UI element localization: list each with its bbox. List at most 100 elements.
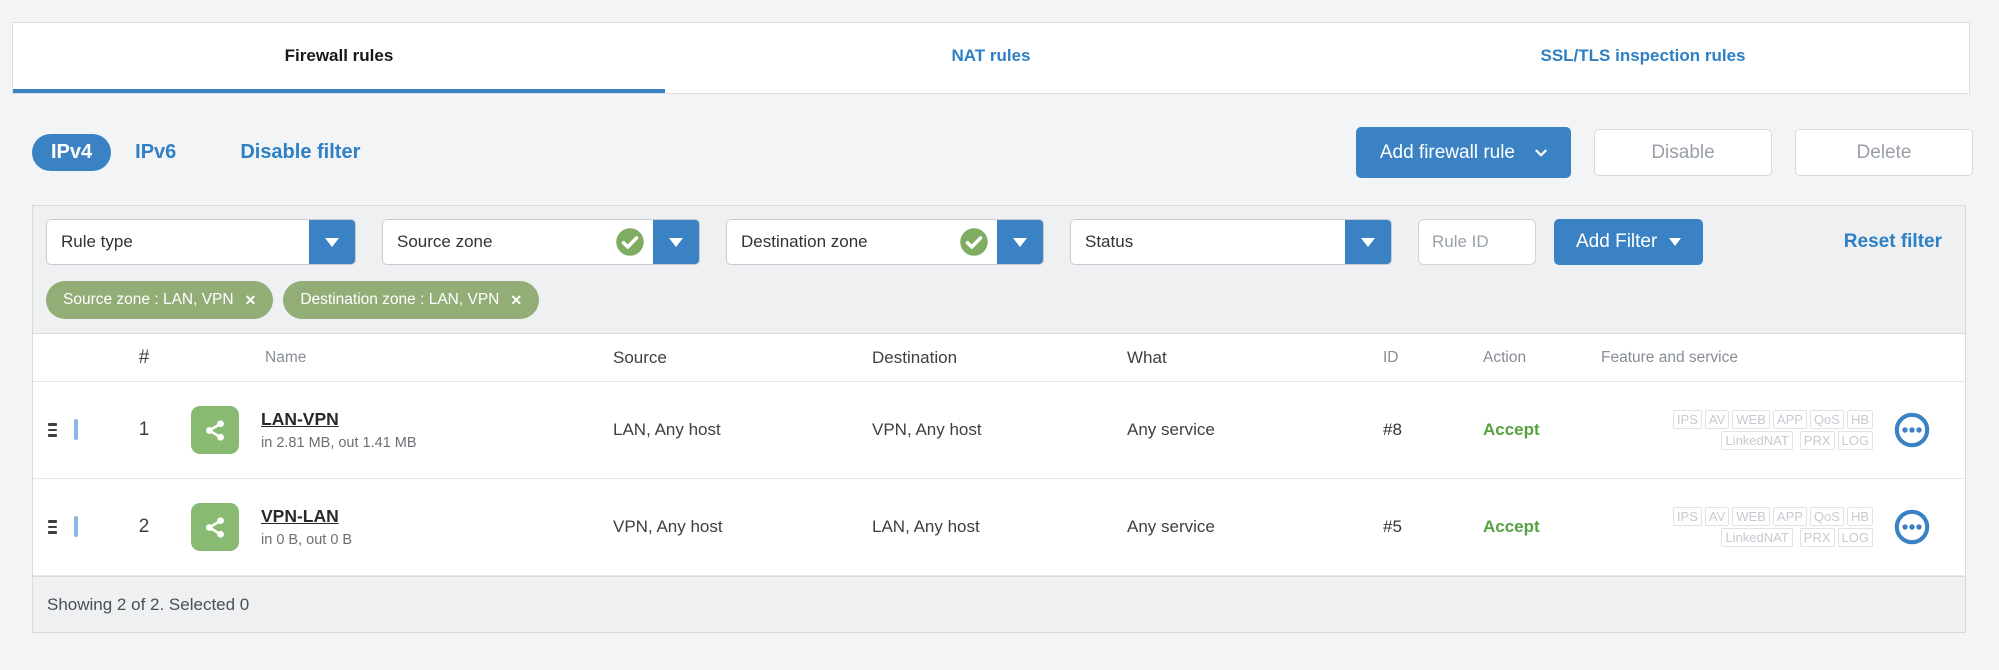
filter-chip-destination-zone[interactable]: Destination zone : LAN, VPN ✕ (283, 281, 540, 319)
tab-ssl-tls-inspection-rules[interactable]: SSL/TLS inspection rules (1317, 23, 1969, 93)
feature-badge: LinkedNAT (1721, 431, 1793, 450)
header-feature-and-service: Feature and service (1601, 348, 1738, 366)
header-id: ID (1383, 348, 1399, 366)
feature-badge: HB (1846, 507, 1873, 526)
row-number: 2 (138, 516, 150, 537)
feature-badge: AV (1704, 410, 1730, 429)
chevron-down-icon (1535, 149, 1547, 156)
ipv6-toggle[interactable]: IPv6 (135, 141, 176, 164)
filter-chip-label: Destination zone : LAN, VPN (300, 291, 500, 308)
header-number: # (138, 346, 150, 368)
remove-filter-icon[interactable]: ✕ (245, 292, 257, 309)
status-label: Status (1085, 232, 1134, 251)
table-row: 1 LAN-VPN in 2.81 MB, out 1.41 MB LAN, A… (33, 382, 1965, 479)
cell-source: VPN, Any host (613, 517, 723, 536)
cell-id: #5 (1383, 517, 1402, 536)
feature-badge: WEB (1732, 507, 1770, 526)
rules-table: # Name Source Destination What ID Action… (33, 333, 1965, 576)
dropdown-arrow-button[interactable] (1345, 220, 1391, 264)
destination-zone-select[interactable]: Destination zone (726, 219, 1044, 265)
dropdown-arrow-button[interactable] (997, 220, 1043, 264)
cell-destination: VPN, Any host (872, 420, 982, 439)
row-checkbox[interactable] (74, 419, 78, 440)
row-checkbox[interactable] (74, 516, 78, 537)
dropdown-arrow-button[interactable] (653, 220, 699, 264)
reset-filter-link[interactable]: Reset filter (1844, 231, 1952, 253)
triangle-down-icon (1669, 238, 1682, 246)
status-select[interactable]: Status (1070, 219, 1392, 265)
feature-badge: QoS (1809, 507, 1844, 526)
filter-toolbar: Rule type Source zone Destination zone S… (33, 206, 1965, 333)
ipv4-toggle[interactable]: IPv4 (32, 134, 112, 171)
network-rule-icon (191, 503, 239, 551)
delete-button[interactable]: Delete (1795, 129, 1973, 176)
rule-name-link[interactable]: VPN-LAN (261, 506, 339, 527)
source-zone-label: Source zone (397, 232, 493, 251)
row-menu-icon[interactable] (1893, 411, 1931, 449)
feature-badge: LOG (1837, 431, 1873, 450)
header-name: Name (265, 348, 307, 366)
cell-features: IPS AV WEB APP QoS HB LinkedNAT PRX LOG (1601, 410, 1887, 450)
tab-firewall-rules[interactable]: Firewall rules (13, 23, 665, 93)
header-what: What (1127, 347, 1167, 367)
cell-source: LAN, Any host (613, 420, 721, 439)
tab-nat-rules[interactable]: NAT rules (665, 23, 1317, 93)
rule-traffic: in 2.81 MB, out 1.41 MB (261, 435, 417, 451)
filter-chip-source-zone[interactable]: Source zone : LAN, VPN ✕ (46, 281, 274, 319)
header-action: Action (1483, 348, 1527, 366)
feature-badge: QoS (1809, 410, 1844, 429)
destination-zone-label: Destination zone (741, 232, 868, 251)
cell-destination: LAN, Any host (872, 517, 980, 536)
filter-chip-label: Source zone : LAN, VPN (63, 291, 234, 308)
triangle-down-icon (325, 237, 339, 247)
header-source: Source (613, 347, 667, 367)
table-footer: Showing 2 of 2. Selected 0 (33, 576, 1965, 632)
feature-badge: IPS (1672, 507, 1702, 526)
action-bar: IPv4 IPv6 Disable filter Add firewall ru… (32, 127, 1973, 178)
cell-id: #8 (1383, 420, 1402, 439)
row-menu-icon[interactable] (1893, 508, 1931, 546)
table-row: 2 VPN-LAN in 0 B, out 0 B VPN, Any host … (33, 479, 1965, 576)
rule-type-select[interactable]: Rule type (46, 219, 356, 265)
source-zone-select[interactable]: Source zone (382, 219, 700, 265)
feature-badge: APP (1772, 410, 1807, 429)
remove-filter-icon[interactable]: ✕ (510, 292, 522, 309)
applied-filter-chips: Source zone : LAN, VPN ✕ Destination zon… (46, 281, 1952, 319)
firewall-rules-page: Firewall rules NAT rules SSL/TLS inspect… (0, 0, 1999, 670)
rule-id-input[interactable] (1418, 219, 1536, 265)
triangle-down-icon (1361, 237, 1375, 247)
drag-handle[interactable] (47, 520, 57, 534)
feature-badge: APP (1772, 507, 1807, 526)
cell-what: Any service (1127, 420, 1215, 439)
feature-badge: PRX (1799, 528, 1835, 547)
dropdown-arrow-button[interactable] (309, 220, 355, 264)
cell-what: Any service (1127, 517, 1215, 536)
drag-handle[interactable] (47, 423, 57, 437)
cell-action: Accept (1483, 517, 1540, 536)
showing-count-text: Showing 2 of 2. Selected 0 (47, 594, 250, 614)
cell-action: Accept (1483, 420, 1540, 439)
cell-features: IPS AV WEB APP QoS HB LinkedNAT PRX LOG (1601, 507, 1887, 547)
add-firewall-rule-button[interactable]: Add firewall rule (1355, 127, 1571, 178)
rule-type-label: Rule type (61, 232, 133, 251)
add-filter-label: Add Filter (1576, 231, 1658, 252)
network-rule-icon (191, 406, 239, 454)
feature-badge: LinkedNAT (1721, 528, 1793, 547)
feature-badge: IPS (1672, 410, 1702, 429)
disable-filter-link[interactable]: Disable filter (240, 141, 360, 164)
rule-name-link[interactable]: LAN-VPN (261, 409, 339, 430)
add-filter-button[interactable]: Add Filter (1554, 219, 1704, 265)
filter-applied-check-icon (616, 228, 644, 256)
feature-badge: HB (1846, 410, 1873, 429)
row-number: 1 (138, 419, 150, 440)
triangle-down-icon (1013, 237, 1027, 247)
feature-badge: LOG (1837, 528, 1873, 547)
add-firewall-rule-label: Add firewall rule (1379, 141, 1515, 163)
header-destination: Destination (872, 347, 958, 367)
rules-panel: Rule type Source zone Destination zone S… (32, 205, 1966, 633)
table-header-row: # Name Source Destination What ID Action… (33, 334, 1965, 382)
rule-traffic: in 0 B, out 0 B (261, 532, 353, 548)
tab-bar: Firewall rules NAT rules SSL/TLS inspect… (12, 22, 1970, 94)
disable-button[interactable]: Disable (1594, 129, 1772, 176)
feature-badge: PRX (1799, 431, 1835, 450)
